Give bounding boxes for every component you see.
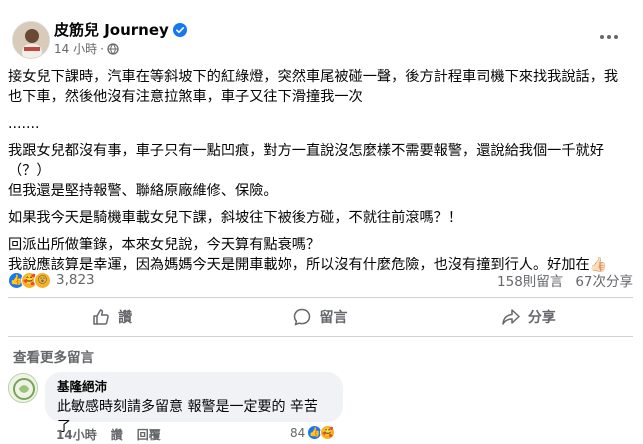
post-paragraph: 我跟女兒都沒有事，車子只有一點凹痕，對方一直說沒怎麼樣不需要報警，還說給我個一千…	[8, 143, 604, 199]
care-reaction-icon: 🥰	[320, 425, 336, 440]
privacy-globe-icon	[107, 43, 119, 55]
comment-bubble: 基隆絕沛 此敏感時刻請多留意 報警是一定要的 辛苦了	[45, 372, 343, 435]
post-paragraph: 如果我今天是騎機車載女兒下課，斜坡往下被後方碰，不就往前滾嗎？！	[8, 210, 463, 226]
share-button[interactable]: 分享	[425, 300, 633, 334]
post-meta: 14 小時 ·	[54, 42, 119, 56]
action-bar: 讚 留言 分享	[8, 300, 633, 334]
author-avatar[interactable]	[12, 21, 50, 59]
commenter-avatar[interactable]	[8, 373, 38, 403]
comment-like-link[interactable]: 讚	[111, 426, 123, 443]
reaction-summary[interactable]: 👍 🥰 😮 3,823	[8, 271, 95, 289]
comment-time[interactable]: 14小時	[56, 426, 97, 443]
view-more-comments-link[interactable]: 查看更多留言	[13, 346, 94, 366]
comment-meta: 14小時 讚 回覆	[56, 426, 161, 443]
post-body: 接女兒下課時，汽車在等斜坡下的紅綠燈，突然車尾被碰一聲，後方計程車司機下來找我說…	[8, 67, 628, 275]
more-options-button[interactable]	[596, 26, 622, 48]
divider	[8, 336, 633, 337]
comment-label: 留言	[319, 310, 348, 326]
comment-count[interactable]: 158則留言	[497, 270, 563, 290]
comment-button[interactable]: 留言	[216, 300, 424, 334]
commenter-name[interactable]: 基隆絕沛	[57, 379, 331, 395]
comment-reactions[interactable]: 84 👍 🥰	[290, 425, 336, 440]
divider	[8, 297, 633, 298]
meta-separator: ·	[100, 42, 104, 56]
verified-badge-icon	[172, 23, 187, 37]
engagement-bar: 👍 🥰 😮 3,823 158則留言 67次分享	[8, 270, 633, 290]
wow-reaction-icon: 😮	[34, 271, 51, 289]
author-name-text[interactable]: 皮筋兒 Journey	[54, 21, 169, 39]
comment-reply-link[interactable]: 回覆	[137, 426, 161, 443]
thumbs-up-icon	[93, 309, 109, 325]
author-name[interactable]: 皮筋兒 Journey	[54, 21, 187, 39]
share-count[interactable]: 67次分享	[575, 270, 633, 290]
like-button[interactable]: 讚	[8, 300, 216, 334]
comment-reaction-count: 84	[290, 425, 306, 440]
post-stats: 158則留言 67次分享	[497, 270, 633, 290]
post-card: 皮筋兒 Journey 14 小時 · 接女兒下課時，汽車在等斜坡下的紅綠燈，突…	[0, 0, 643, 444]
post-paragraph: 接女兒下課時，汽車在等斜坡下的紅綠燈，突然車尾被碰一聲，後方計程車司機下來找我說…	[8, 69, 619, 105]
share-arrow-icon	[502, 309, 520, 325]
reaction-count: 3,823	[56, 272, 95, 288]
comment-bubble-icon	[294, 308, 311, 326]
post-paragraph: .......	[8, 116, 40, 132]
post-paragraph: 回派出所做筆錄，本來女兒說，今天算有點衰嗎？ 我說應該算是幸運，因為媽媽今天是開…	[8, 237, 608, 273]
more-dots-icon	[600, 35, 618, 39]
post-time[interactable]: 14 小時	[54, 42, 97, 56]
share-label: 分享	[527, 310, 556, 326]
like-label: 讚	[118, 310, 133, 326]
